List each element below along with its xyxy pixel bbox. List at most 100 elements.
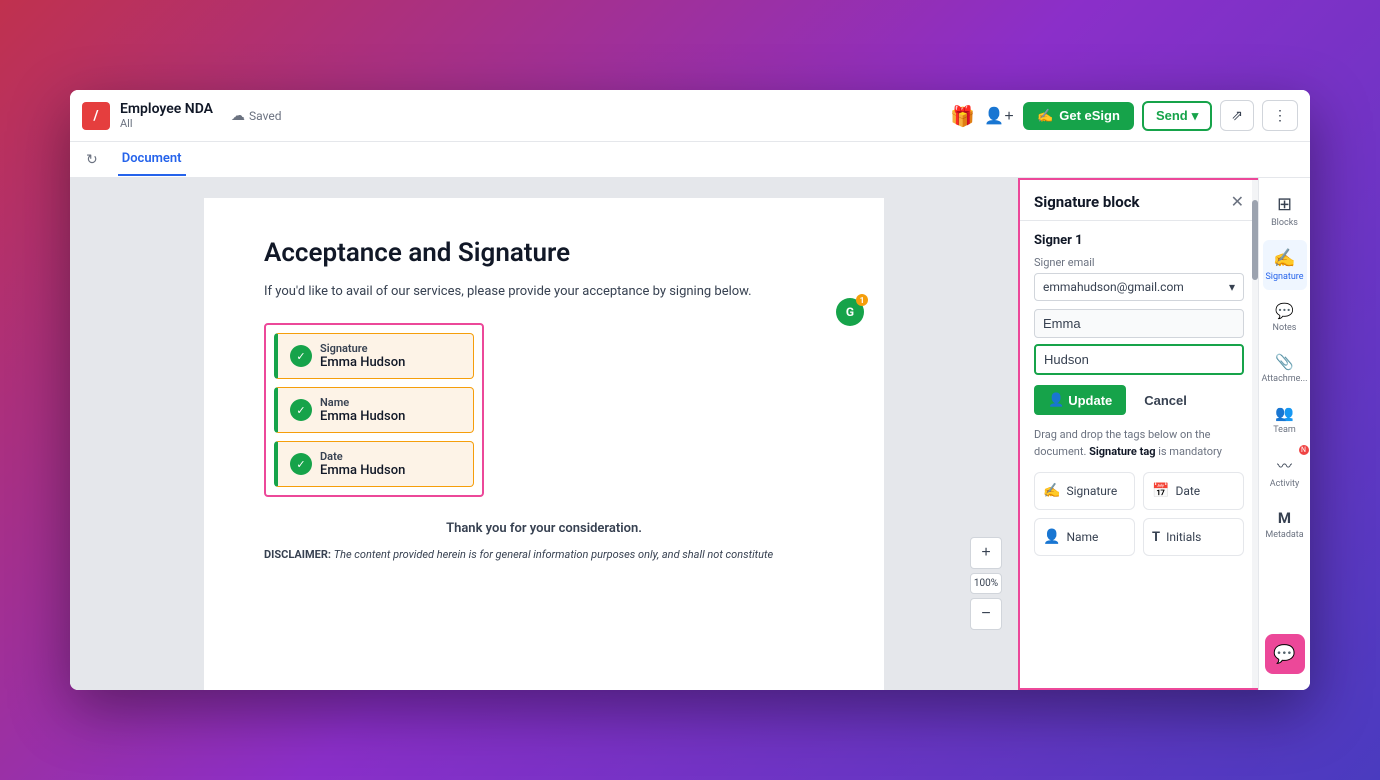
sig-block-signature: ✓ Signature Emma Hudson [274,333,474,379]
sig-label: Signature [320,342,405,355]
check-icon-date: ✓ [290,453,312,475]
chat-icon: 💬 [1273,644,1295,665]
tag-signature-label: Signature [1066,484,1117,498]
last-name-input[interactable] [1034,344,1244,375]
sidebar-item-activity[interactable]: 〰 N Activity [1263,447,1307,497]
app-logo: / [82,102,110,130]
blocks-icon: ⊞ [1277,194,1292,215]
signature-blocks-container: ✓ Signature Emma Hudson ✓ Name Emma Huds… [264,323,484,497]
refresh-button[interactable]: ↻ [82,147,102,172]
activity-label: Activity [1270,479,1299,489]
signature-panel: Signature block ✕ Signer 1 Signer email … [1018,178,1258,690]
grammarly-icon: G 1 [836,298,864,326]
sidebar-item-blocks[interactable]: ⊞ Blocks [1263,186,1307,236]
name-value: Emma Hudson [320,409,405,424]
doc-title: Employee NDA [120,101,213,117]
tag-initials[interactable]: T Initials [1143,518,1244,556]
panel-close-button[interactable]: ✕ [1231,192,1244,212]
header: / Employee NDA All ☁ Saved 🎁 👤+ ✍ Get eS… [70,90,1310,142]
tag-name[interactable]: 👤 Name [1034,518,1135,556]
scrollbar-track [1252,180,1258,688]
sig-tag-bold: Signature tag [1089,445,1155,458]
saved-badge: ☁ Saved [231,108,281,124]
doc-intro: If you'd like to avail of our services, … [264,284,824,299]
signer-label: Signer 1 [1034,233,1244,248]
check-icon-name: ✓ [290,399,312,421]
cloud-icon: ☁ [231,108,245,124]
disclaimer-text: DISCLAIMER: The content provided herein … [264,548,824,561]
tag-signature[interactable]: ✍ Signature [1034,472,1135,510]
right-sidebar: ⊞ Blocks ✍ Signature 💬 Notes 📎 Attachme.… [1258,178,1310,690]
sidebar-item-signature[interactable]: ✍ Signature [1263,240,1307,290]
esign-icon: ✍ [1037,108,1053,124]
check-icon-signature: ✓ [290,345,312,367]
panel-body: Signer 1 Signer email emmahudson@gmail.c… [1020,221,1258,688]
share-button[interactable]: ⇗ [1220,100,1254,131]
email-select[interactable]: emmahudson@gmail.com ▾ [1034,273,1244,301]
zoom-controls: + 100% − [970,537,1002,630]
signature-sidebar-label: Signature [1265,272,1303,282]
doc-page: Acceptance and Signature If you'd like t… [204,198,884,690]
dropdown-arrow-icon: ▾ [1229,280,1235,294]
panel-title: Signature block [1034,193,1140,211]
sidebar-item-team[interactable]: 👥 Team [1263,396,1307,443]
sidebar-item-notes[interactable]: 💬 Notes [1263,294,1307,341]
ellipsis-icon: ⋮ [1273,107,1287,123]
tag-date-label: Date [1175,484,1200,498]
metadata-label: Metadata [1265,530,1303,540]
doc-heading: Acceptance and Signature [264,238,824,268]
team-label: Team [1273,425,1296,435]
gift-icon: 🎁 [950,104,975,128]
chat-button[interactable]: 💬 [1265,634,1305,674]
initials-tag-icon: T [1152,530,1160,545]
grammarly-badge: 1 [856,294,868,306]
name-label: Name [320,396,405,409]
date-label: Date [320,450,405,463]
sig-name: Emma Hudson [320,355,405,370]
blocks-label: Blocks [1271,218,1298,228]
zoom-percentage: 100% [970,573,1002,594]
disclaimer-content: The content provided herein is for gener… [334,548,774,561]
signer-email-label: Signer email [1034,256,1244,269]
signature-sidebar-icon: ✍ [1273,248,1295,269]
send-button[interactable]: Send ▾ [1142,101,1212,131]
tag-grid: ✍ Signature 📅 Date 👤 Name T Initials [1034,472,1244,556]
app-window: / Employee NDA All ☁ Saved 🎁 👤+ ✍ Get eS… [70,90,1310,690]
user-icon: 👤 [1048,392,1064,408]
main-content: Acceptance and Signature If you'd like t… [70,178,1310,690]
sig-block-text-date: Date Emma Hudson [320,450,405,478]
add-user-button[interactable]: 👤+ [983,100,1015,132]
sig-block-text-signature: Signature Emma Hudson [320,342,405,370]
disclaimer-label: DISCLAIMER: [264,548,331,561]
scrollbar-thumb[interactable] [1252,200,1258,280]
doc-title-area: Employee NDA All [120,101,213,130]
share-icon: ⇗ [1231,107,1243,123]
tag-initials-label: Initials [1166,530,1201,544]
sidebar-item-attachment[interactable]: 📎 Attachme... [1263,345,1307,392]
date-tag-icon: 📅 [1152,483,1169,499]
zoom-out-button[interactable]: − [970,598,1002,630]
activity-badge: N [1299,445,1309,455]
panel-actions: 👤 Update Cancel [1034,385,1244,415]
sidebar-item-metadata[interactable]: M Metadata [1263,501,1307,548]
sig-block-name: ✓ Name Emma Hudson [274,387,474,433]
attachment-icon: 📎 [1275,353,1294,371]
header-actions: 🎁 👤+ ✍ Get eSign Send ▾ ⇗ ⋮ [950,100,1298,132]
get-esign-button[interactable]: ✍ Get eSign [1023,102,1134,130]
panel-header: Signature block ✕ [1020,180,1258,221]
sub-header: ↻ Document [70,142,1310,178]
sig-block-date: ✓ Date Emma Hudson [274,441,474,487]
email-value: emmahudson@gmail.com [1043,280,1184,294]
zoom-in-button[interactable]: + [970,537,1002,569]
team-icon: 👥 [1275,404,1294,422]
name-tag-icon: 👤 [1043,529,1060,545]
attachment-label: Attachme... [1261,374,1307,384]
tag-name-label: Name [1066,530,1098,544]
more-options-button[interactable]: ⋮ [1262,100,1298,131]
tab-document[interactable]: Document [118,143,186,176]
tag-date[interactable]: 📅 Date [1143,472,1244,510]
update-button[interactable]: 👤 Update [1034,385,1126,415]
first-name-input[interactable] [1034,309,1244,338]
cancel-button[interactable]: Cancel [1134,385,1197,415]
notes-icon: 💬 [1275,302,1294,320]
